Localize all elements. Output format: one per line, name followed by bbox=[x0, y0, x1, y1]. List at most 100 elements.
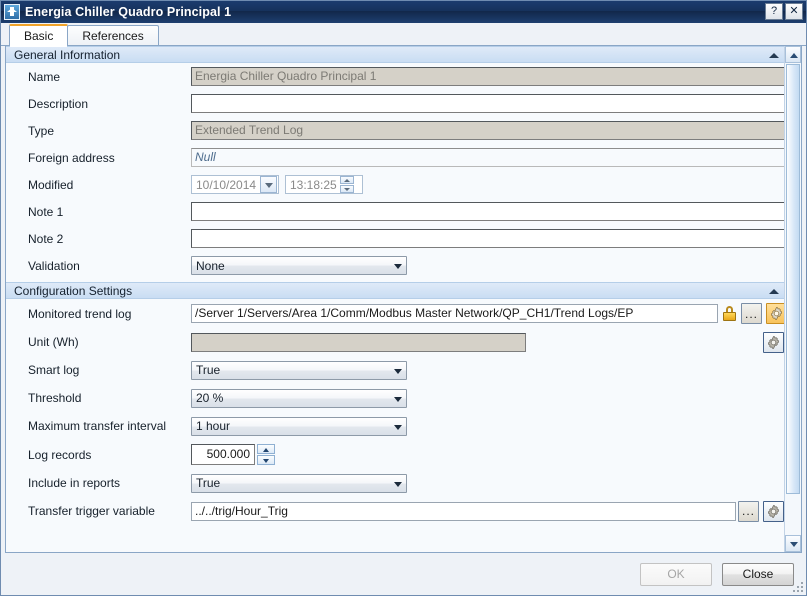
transfer-trigger-variable-browse-button[interactable]: ... bbox=[738, 500, 759, 522]
unit-settings-button[interactable] bbox=[763, 331, 784, 353]
field-label-note1: Note 1 bbox=[28, 204, 64, 219]
collapse-arrow-icon[interactable] bbox=[768, 285, 780, 297]
max-transfer-interval-value: 1 hour bbox=[196, 419, 231, 433]
chevron-down-icon[interactable] bbox=[390, 475, 406, 492]
properties-dialog: Energia Chiller Quadro Principal 1 ? ✕ B… bbox=[0, 0, 807, 596]
application-icon bbox=[4, 4, 20, 20]
field-row-modified: Modified 10/10/2014 13:18:25 bbox=[6, 171, 784, 198]
help-button[interactable]: ? bbox=[765, 3, 783, 20]
foreign-address-input[interactable]: Null bbox=[191, 148, 784, 167]
chevron-down-icon[interactable] bbox=[390, 257, 406, 274]
field-label-modified: Modified bbox=[28, 177, 74, 192]
chevron-down-icon[interactable] bbox=[390, 390, 406, 407]
lock-icon bbox=[723, 306, 736, 321]
tab-references-label: References bbox=[82, 29, 144, 43]
properties-form: General Information Name Energia Chiller… bbox=[6, 46, 784, 552]
monitored-trend-log-input[interactable]: /Server 1/Servers/Area 1/Comm/Modbus Mas… bbox=[191, 304, 718, 323]
unit-input bbox=[191, 332, 526, 352]
validation-dropdown[interactable]: None bbox=[191, 256, 407, 275]
transfer-trigger-variable-settings-button[interactable] bbox=[763, 500, 784, 522]
scroll-down-button[interactable] bbox=[785, 535, 801, 552]
note2-input[interactable] bbox=[191, 229, 784, 248]
field-row-smart-log: Smart log True bbox=[6, 356, 784, 384]
ok-button[interactable]: OK bbox=[640, 562, 712, 586]
tab-strip: Basic References bbox=[1, 23, 806, 47]
type-input: Extended Trend Log bbox=[191, 121, 784, 140]
include-in-reports-value: True bbox=[196, 476, 221, 490]
close-window-button[interactable]: ✕ bbox=[785, 3, 803, 20]
section-configuration-settings[interactable]: Configuration Settings bbox=[6, 282, 784, 299]
monitored-trend-log-browse-button[interactable]: ... bbox=[741, 303, 762, 324]
field-row-monitored-trend-log: Monitored trend log /Server 1/Servers/Ar… bbox=[6, 299, 784, 328]
field-label-validation: Validation bbox=[28, 258, 80, 273]
monitored-trend-log-settings-button[interactable] bbox=[766, 303, 784, 324]
modified-date-input[interactable]: 10/10/2014 bbox=[191, 175, 279, 194]
section-general-information[interactable]: General Information bbox=[6, 46, 784, 63]
field-row-description: Description bbox=[6, 90, 784, 117]
name-input: Energia Chiller Quadro Principal 1 bbox=[191, 67, 784, 86]
field-label-include-in-reports: Include in reports bbox=[28, 476, 121, 490]
threshold-dropdown[interactable]: 20 % bbox=[191, 388, 407, 408]
collapse-arrow-icon[interactable] bbox=[768, 49, 780, 61]
chevron-down-icon[interactable] bbox=[390, 362, 406, 379]
modified-time-input[interactable]: 13:18:25 bbox=[285, 175, 363, 194]
modified-date-value: 10/10/2014 bbox=[196, 177, 257, 192]
include-in-reports-dropdown[interactable]: True bbox=[191, 473, 407, 493]
tab-basic[interactable]: Basic bbox=[9, 24, 69, 47]
monitored-trend-log-browse-label: ... bbox=[744, 306, 758, 321]
gear-icon bbox=[768, 504, 779, 518]
dialog-footer: OK Close bbox=[1, 553, 806, 595]
smart-log-value: True bbox=[196, 363, 221, 377]
field-label-unit: Unit (Wh) bbox=[28, 335, 79, 349]
transfer-trigger-variable-input[interactable]: ../../trig/Hour_Trig bbox=[191, 501, 736, 521]
time-spinner-up-icon[interactable] bbox=[339, 176, 354, 184]
time-spinner-down-icon[interactable] bbox=[339, 185, 354, 193]
smart-log-dropdown[interactable]: True bbox=[191, 360, 407, 380]
chevron-down-icon[interactable] bbox=[390, 418, 406, 435]
field-label-log-records: Log records bbox=[28, 447, 92, 462]
field-row-unit: Unit (Wh) bbox=[6, 328, 784, 356]
tab-references[interactable]: References bbox=[67, 25, 159, 46]
log-records-increment-icon[interactable] bbox=[257, 444, 275, 454]
field-row-type: Type Extended Trend Log bbox=[6, 117, 784, 144]
tab-basic-label: Basic bbox=[24, 29, 54, 43]
field-row-foreign-address: Foreign address Null bbox=[6, 144, 784, 171]
section-general-information-title: General Information bbox=[14, 47, 121, 62]
threshold-value: 20 % bbox=[196, 391, 224, 405]
time-spinner[interactable] bbox=[339, 176, 354, 193]
description-input[interactable] bbox=[191, 94, 784, 113]
field-label-description: Description bbox=[28, 96, 89, 111]
window-title: Energia Chiller Quadro Principal 1 bbox=[25, 5, 232, 19]
title-bar: Energia Chiller Quadro Principal 1 ? ✕ bbox=[1, 1, 806, 23]
vertical-scrollbar[interactable] bbox=[784, 46, 801, 552]
log-records-input[interactable]: 500.000 bbox=[191, 444, 255, 465]
field-row-note1: Note 1 bbox=[6, 198, 784, 225]
field-label-monitored-trend-log: Monitored trend log bbox=[28, 306, 132, 321]
field-row-name: Name Energia Chiller Quadro Principal 1 bbox=[6, 63, 784, 90]
scrollbar-thumb[interactable] bbox=[786, 64, 800, 494]
field-label-max-transfer-interval: Maximum transfer interval bbox=[28, 419, 167, 433]
field-label-foreign-address: Foreign address bbox=[28, 150, 115, 165]
field-label-transfer-trigger-variable: Transfer trigger variable bbox=[28, 504, 155, 518]
scroll-up-button[interactable] bbox=[785, 46, 801, 63]
calendar-dropdown-icon[interactable] bbox=[260, 176, 278, 193]
max-transfer-interval-dropdown[interactable]: 1 hour bbox=[191, 416, 407, 436]
dialog-body: General Information Name Energia Chiller… bbox=[5, 46, 802, 553]
field-row-validation: Validation None bbox=[6, 252, 784, 279]
field-row-include-in-reports: Include in reports True bbox=[6, 469, 784, 497]
scrollbar-track[interactable] bbox=[785, 63, 801, 535]
modified-time-value: 13:18:25 bbox=[290, 177, 337, 192]
field-row-transfer-trigger-variable: Transfer trigger variable ../../trig/Hou… bbox=[6, 497, 784, 525]
gear-icon bbox=[768, 335, 779, 349]
log-records-stepper[interactable]: 500.000 bbox=[191, 444, 275, 465]
note1-input[interactable] bbox=[191, 202, 784, 221]
gear-icon bbox=[771, 307, 782, 320]
resize-grip[interactable] bbox=[791, 580, 804, 593]
field-label-note2: Note 2 bbox=[28, 231, 64, 246]
log-records-decrement-icon[interactable] bbox=[257, 455, 275, 465]
field-row-threshold: Threshold 20 % bbox=[6, 384, 784, 412]
section-configuration-settings-title: Configuration Settings bbox=[14, 283, 133, 298]
field-label-threshold: Threshold bbox=[28, 391, 82, 405]
field-label-smart-log: Smart log bbox=[28, 363, 80, 377]
close-button[interactable]: Close bbox=[722, 562, 794, 586]
